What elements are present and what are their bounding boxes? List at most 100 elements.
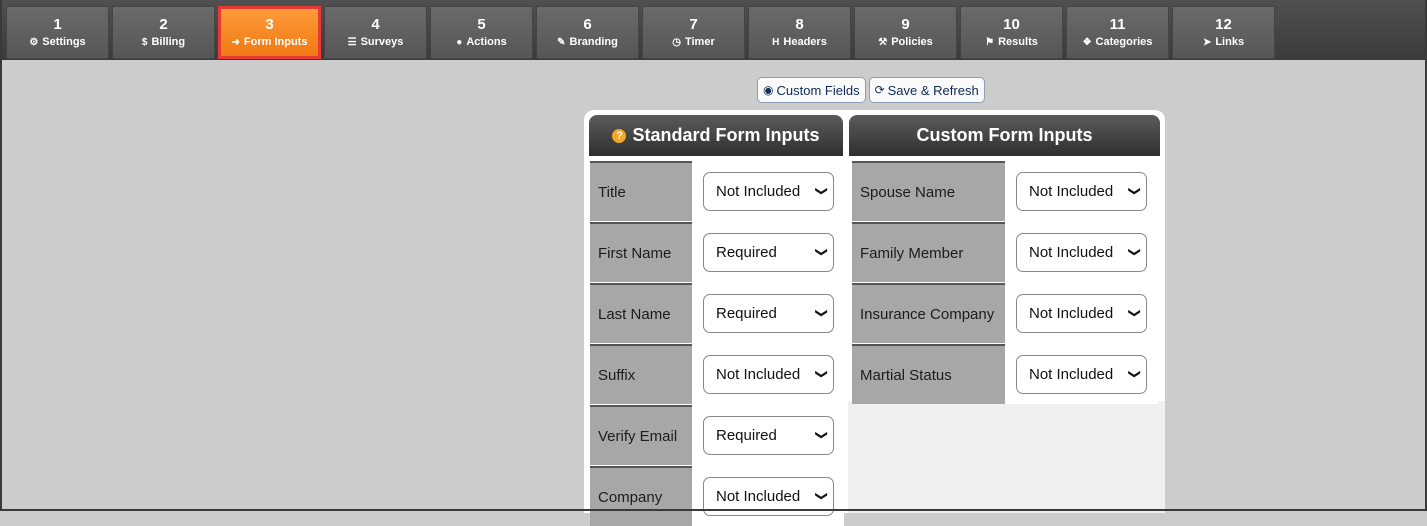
tab-number: 8 — [795, 16, 804, 33]
tab-label: Policies — [891, 36, 933, 48]
chevron-down-icon: ❯ — [814, 429, 829, 441]
family-member-select[interactable]: Not Included ❯ — [1016, 232, 1147, 272]
custom-row-martial-status: Martial Status Not Included ❯ — [852, 344, 1158, 404]
chevron-down-icon: ❯ — [814, 246, 829, 258]
top-nav-bar: 1 ⚙ Settings 2 $ Billing 3 ➜ Form Inputs 4 … — [0, 0, 1427, 60]
dollar-icon: $ — [141, 36, 148, 48]
company-select[interactable]: Not Included ❯ — [703, 476, 834, 516]
chevron-down-icon: ❯ — [1127, 307, 1142, 319]
tab-number: 1 — [53, 16, 62, 33]
form-inputs-panel: ? Standard Form Inputs Custom Form Input… — [584, 110, 1165, 526]
martial-status-select[interactable]: Not Included ❯ — [1016, 354, 1147, 394]
tab-form-inputs[interactable]: 3 ➜ Form Inputs — [218, 6, 321, 59]
tab-label: Surveys — [360, 36, 404, 48]
help-icon[interactable]: ? — [612, 128, 627, 143]
brush-icon: ✎ — [557, 36, 566, 48]
standard-inputs-header: ? Standard Form Inputs — [589, 115, 843, 156]
save-refresh-button[interactable]: ⟳ Save & Refresh — [868, 77, 985, 103]
custom-inputs-title: Custom Form Inputs — [916, 125, 1093, 145]
clock-icon: ◷ — [672, 36, 681, 48]
tab-headers[interactable]: 8 H Headers — [748, 6, 851, 59]
tab-timer[interactable]: 7 ◷ Timer — [642, 6, 745, 59]
tab-label: Categories — [1095, 36, 1153, 48]
sign-in-icon: ➜ — [231, 36, 240, 48]
field-label: Company — [590, 466, 692, 526]
tab-billing[interactable]: 2 $ Billing — [112, 6, 215, 59]
select-value: Required — [716, 426, 777, 444]
tab-label: Links — [1215, 36, 1245, 48]
chevron-down-icon: ❯ — [1127, 185, 1142, 197]
gear-icon: ⚙ — [29, 36, 39, 48]
cubes-icon: ❖ — [1082, 36, 1092, 48]
tab-links[interactable]: 12 ➤ Links — [1172, 6, 1275, 59]
custom-fields-label: Custom Fields — [776, 82, 860, 98]
tab-branding[interactable]: 6 ✎ Branding — [536, 6, 639, 59]
tab-number: 7 — [689, 16, 698, 33]
tab-number: 6 — [583, 16, 592, 33]
custom-inputs-header: Custom Form Inputs — [849, 115, 1160, 156]
standard-row-verify-email: Verify Email Required ❯ — [590, 405, 844, 465]
select-value: Not Included — [716, 365, 801, 383]
tab-number: 3 — [265, 16, 274, 33]
field-label: Last Name — [590, 283, 692, 343]
tab-label: Branding — [569, 36, 618, 48]
field-label: Martial Status — [852, 344, 1005, 404]
tab-number: 9 — [901, 16, 910, 33]
tab-label: Timer — [684, 36, 715, 48]
first-name-select[interactable]: Required ❯ — [703, 232, 834, 272]
tab-number: 2 — [159, 16, 168, 33]
custom-row-insurance-company: Insurance Company Not Included ❯ — [852, 283, 1158, 343]
tab-categories[interactable]: 11 ❖ Categories — [1066, 6, 1169, 59]
tab-label: Results — [998, 36, 1038, 48]
tab-label: Settings — [42, 36, 86, 48]
tab-number: 11 — [1109, 16, 1126, 33]
refresh-icon: ⟳ — [874, 83, 885, 97]
field-label: Spouse Name — [852, 161, 1005, 221]
custom-inputs-empty-area — [848, 401, 1165, 513]
gavel-icon: ⚒ — [878, 36, 888, 48]
pointer-icon: ➤ — [1202, 36, 1212, 48]
tab-number: 10 — [1003, 16, 1020, 33]
suffix-select[interactable]: Not Included ❯ — [703, 354, 834, 394]
toolbar: ◉ Custom Fields ⟳ Save & Refresh — [757, 77, 985, 103]
title-select[interactable]: Not Included ❯ — [703, 171, 834, 211]
tab-policies[interactable]: 9 ⚒ Policies — [854, 6, 957, 59]
tab-label: Form Inputs — [243, 36, 308, 48]
select-value: Required — [716, 243, 777, 261]
standard-row-title: Title Not Included ❯ — [590, 161, 844, 221]
field-label: Verify Email — [590, 405, 692, 465]
insurance-company-select[interactable]: Not Included ❯ — [1016, 293, 1147, 333]
field-label: Suffix — [590, 344, 692, 404]
select-value: Not Included — [1029, 365, 1114, 383]
tab-number: 5 — [477, 16, 486, 33]
chevron-down-icon: ❯ — [814, 490, 829, 502]
tab-label: Actions — [466, 36, 507, 48]
select-value: Not Included — [1029, 304, 1114, 322]
tab-number: 12 — [1215, 16, 1232, 33]
tab-number: 4 — [371, 16, 380, 33]
custom-fields-button[interactable]: ◉ Custom Fields — [757, 77, 866, 103]
tab-settings[interactable]: 1 ⚙ Settings — [6, 6, 109, 59]
tab-label: Billing — [151, 36, 186, 48]
chevron-down-icon: ❯ — [814, 368, 829, 380]
standard-row-last-name: Last Name Required ❯ — [590, 283, 844, 343]
tab-actions[interactable]: 5 ● Actions — [430, 6, 533, 59]
tab-surveys[interactable]: 4 ☰ Surveys — [324, 6, 427, 59]
verify-email-select[interactable]: Required ❯ — [703, 415, 834, 455]
select-value: Not Included — [716, 487, 801, 505]
standard-row-company: Company Not Included ❯ — [590, 466, 844, 526]
user-icon: ● — [456, 36, 463, 48]
standard-row-first-name: First Name Required ❯ — [590, 222, 844, 282]
custom-row-spouse-name: Spouse Name Not Included ❯ — [852, 161, 1158, 221]
chevron-down-icon: ❯ — [1127, 246, 1142, 258]
custom-row-family-member: Family Member Not Included ❯ — [852, 222, 1158, 282]
spouse-name-select[interactable]: Not Included ❯ — [1016, 171, 1147, 211]
field-label: Title — [590, 161, 692, 221]
chevron-down-icon: ❯ — [814, 185, 829, 197]
target-icon: ◉ — [763, 83, 774, 97]
field-label: Insurance Company — [852, 283, 1005, 343]
tab-results[interactable]: 10 ⚑ Results — [960, 6, 1063, 59]
last-name-select[interactable]: Required ❯ — [703, 293, 834, 333]
header-icon: H — [772, 36, 780, 48]
standard-inputs-title: Standard Form Inputs — [632, 125, 820, 145]
